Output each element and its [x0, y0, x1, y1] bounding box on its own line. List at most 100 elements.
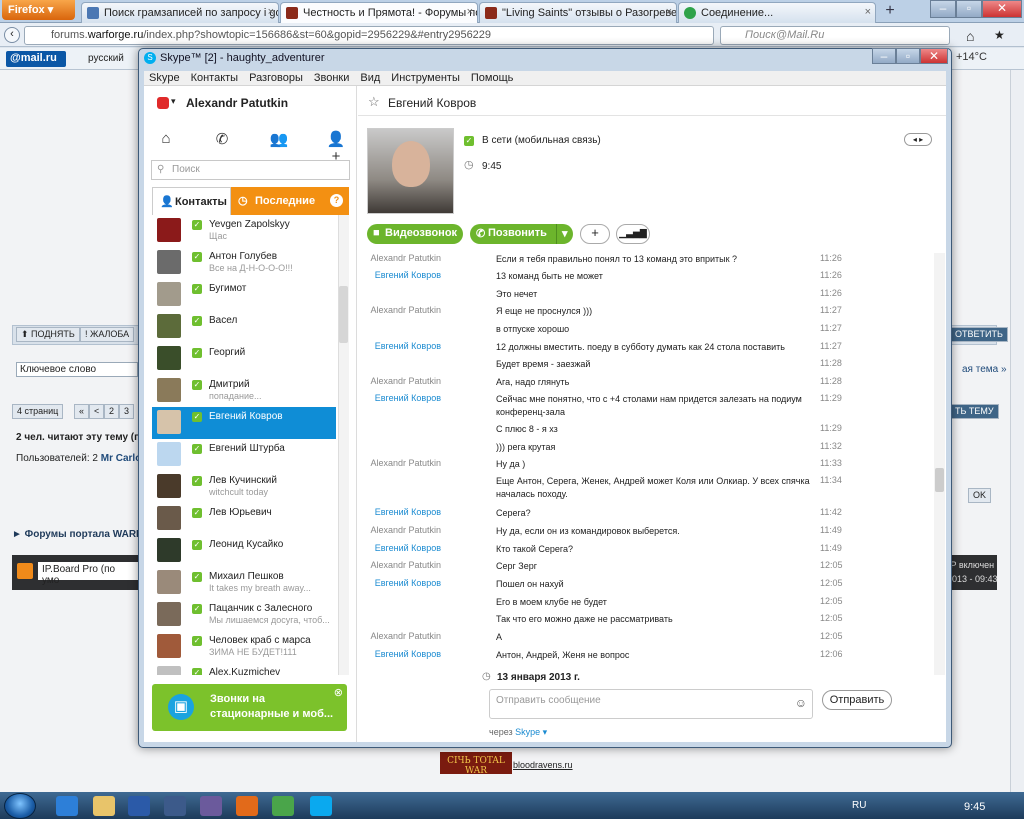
- page-scrollbar[interactable]: [1010, 70, 1024, 792]
- message-author[interactable]: Евгений Ковров: [375, 578, 441, 588]
- contact-list-scroll-thumb[interactable]: [339, 286, 348, 343]
- raise-button[interactable]: ⬆ ПОДНЯТЬ: [16, 327, 80, 342]
- url-bar[interactable]: forums.warforge.ru/index.php?showtopic=1…: [24, 26, 714, 45]
- first-page-button[interactable]: «: [74, 404, 90, 419]
- home-icon[interactable]: ⌂: [155, 130, 177, 150]
- prev-page-button[interactable]: <: [89, 404, 105, 419]
- contact-row[interactable]: ✓ Пацанчик с Залесного Мы лишаемся досуга,…: [152, 599, 336, 631]
- minimize-button[interactable]: –: [930, 0, 956, 18]
- close-tab-icon[interactable]: ×: [268, 6, 274, 18]
- new-tab-button[interactable]: +: [879, 2, 901, 23]
- browser-tab[interactable]: "Living Saints" отзывы о Разогреве E...×: [479, 2, 677, 23]
- close-promo-icon[interactable]: ⊗: [334, 686, 343, 699]
- call-button[interactable]: ✆ Позвонить: [470, 224, 556, 244]
- menu-conversations[interactable]: Разговоры: [249, 72, 303, 84]
- rss-icon[interactable]: [17, 563, 33, 579]
- ok-button[interactable]: OK: [968, 488, 992, 503]
- menu-tools[interactable]: Инструменты: [391, 72, 460, 84]
- message-author[interactable]: Евгений Ковров: [375, 543, 441, 553]
- language-indicator[interactable]: RU: [852, 800, 866, 811]
- status-dropdown-icon[interactable]: ▾: [171, 96, 176, 107]
- back-button[interactable]: ‹: [4, 27, 20, 43]
- complaint-button[interactable]: ! ЖАЛОБА: [80, 327, 135, 342]
- bookmark-star-icon[interactable]: ★: [994, 28, 1005, 42]
- chat-scroll-thumb[interactable]: [935, 468, 944, 492]
- system-clock[interactable]: 9:45: [964, 801, 985, 813]
- contact-row[interactable]: ✓ Антон Голубев Все на Д-Н-О-О-О!!!: [152, 247, 336, 279]
- mailru-logo[interactable]: @mail.ru: [6, 51, 66, 67]
- message-input[interactable]: Отправить сообщение ☺: [489, 689, 813, 719]
- favorite-star-icon[interactable]: ☆: [368, 94, 380, 110]
- search-box[interactable]: Поиск@Mail.Ru: [720, 26, 950, 45]
- message-author[interactable]: Alexandr Patutkin: [370, 376, 441, 386]
- ie-icon[interactable]: [56, 796, 78, 816]
- message-author[interactable]: Alexandr Patutkin: [370, 560, 441, 570]
- keyword-field[interactable]: Ключевое слово: [16, 362, 138, 377]
- message-author[interactable]: Евгений Ковров: [375, 270, 441, 280]
- add-contact-icon[interactable]: 👤+: [325, 130, 347, 165]
- app-icon[interactable]: [164, 796, 186, 816]
- app-icon[interactable]: [200, 796, 222, 816]
- menu-calls[interactable]: Звонки: [314, 72, 350, 84]
- start-button[interactable]: [4, 793, 36, 819]
- group-icon[interactable]: 👥: [268, 130, 290, 150]
- forums-breadcrumb[interactable]: ► Форумы портала WARFO: [12, 529, 150, 540]
- message-author[interactable]: Евгений Ковров: [375, 393, 441, 403]
- page-2-button[interactable]: 2: [104, 404, 120, 419]
- message-author[interactable]: Alexandr Patutkin: [370, 458, 441, 468]
- reply-topic-button[interactable]: ТЬ ТЕМУ: [950, 404, 999, 419]
- sich-banner[interactable]: СIЧЬ TOTAL WAR: [440, 752, 512, 776]
- maximize-button[interactable]: ▫: [956, 0, 982, 18]
- home-icon[interactable]: ⌂: [966, 28, 974, 44]
- message-author[interactable]: Евгений Ковров: [375, 341, 441, 351]
- call-quality-icon[interactable]: ▁▃▅▇: [616, 224, 650, 244]
- message-author[interactable]: Alexandr Patutkin: [370, 525, 441, 535]
- user-link[interactable]: Mr Carlo: [101, 453, 142, 464]
- firefox-icon[interactable]: [236, 796, 258, 816]
- menu-view[interactable]: Вид: [360, 72, 380, 84]
- send-button[interactable]: Отправить: [822, 690, 892, 710]
- reply-button[interactable]: ОТВЕТИТЬ: [950, 327, 1008, 342]
- send-via[interactable]: через Skype ▾: [489, 727, 547, 738]
- message-author[interactable]: Евгений Ковров: [375, 649, 441, 659]
- message-author[interactable]: Alexandr Patutkin: [370, 305, 441, 315]
- message-author[interactable]: Alexandr Patutkin: [370, 631, 441, 641]
- word-icon[interactable]: [128, 796, 150, 816]
- message-author[interactable]: Евгений Ковров: [375, 507, 441, 517]
- menu-skype[interactable]: Skype: [149, 72, 180, 84]
- do-not-disturb-status-icon[interactable]: [157, 97, 169, 109]
- contact-search-input[interactable]: ⚲ Поиск: [151, 160, 350, 180]
- contact-row[interactable]: ✓ Бугимот: [152, 279, 336, 311]
- skype-maximize-button[interactable]: ▫: [896, 48, 920, 64]
- call-phone-icon[interactable]: ✆: [211, 130, 233, 150]
- skype-close-button[interactable]: ✕: [920, 48, 948, 64]
- skype-taskbar-icon[interactable]: [310, 796, 332, 816]
- contact-row[interactable]: ✓ Лев Кучинский witchcult today: [152, 471, 336, 503]
- contact-row[interactable]: ✓ Человек краб с марса ЗИМА НЕ БУДЕТ!111: [152, 631, 336, 663]
- contact-list-scrollbar[interactable]: [338, 215, 349, 675]
- contact-row[interactable]: ✓ Дмитрий попадание...: [152, 375, 336, 407]
- contact-row[interactable]: ✓ Михаил Пешков It takes my breath away...: [152, 567, 336, 599]
- pages-dropdown[interactable]: 4 страниц: [12, 404, 64, 419]
- tab-recent[interactable]: ◷ Последние?: [231, 187, 349, 215]
- explorer-icon[interactable]: [93, 796, 115, 816]
- browser-tab-active[interactable]: Честность и Прямота! - Форумы по... ×: [280, 2, 478, 23]
- contact-row[interactable]: ✓ Yevgen Zapolskyy Щас: [152, 215, 336, 247]
- browser-tab[interactable]: Поиск грамзаписей по запросу i go... ×: [81, 2, 279, 23]
- close-window-button[interactable]: ✕: [982, 0, 1022, 18]
- contact-row[interactable]: ✓ Alex.Kuzmichev: [152, 663, 336, 675]
- contact-row[interactable]: ✓ Васел: [152, 311, 336, 343]
- banner-link[interactable]: bloodravens.ru: [513, 760, 573, 770]
- contact-row[interactable]: ✓ Евгений Штурба: [152, 439, 336, 471]
- my-name[interactable]: Alexandr Patutkin: [186, 96, 288, 110]
- page-3-button[interactable]: 3: [119, 404, 135, 419]
- menu-contacts[interactable]: Контакты: [191, 72, 239, 84]
- help-icon[interactable]: ?: [330, 194, 343, 207]
- chat-scrollbar[interactable]: [934, 253, 945, 675]
- profile-pager-icon[interactable]: ◂ ▸: [904, 133, 932, 146]
- close-tab-icon[interactable]: ×: [865, 6, 871, 18]
- message-author[interactable]: Alexandr Patutkin: [370, 253, 441, 263]
- new-topic-link[interactable]: ая тема »: [962, 364, 1007, 375]
- chrome-icon[interactable]: [272, 796, 294, 816]
- add-people-button[interactable]: +: [580, 224, 610, 244]
